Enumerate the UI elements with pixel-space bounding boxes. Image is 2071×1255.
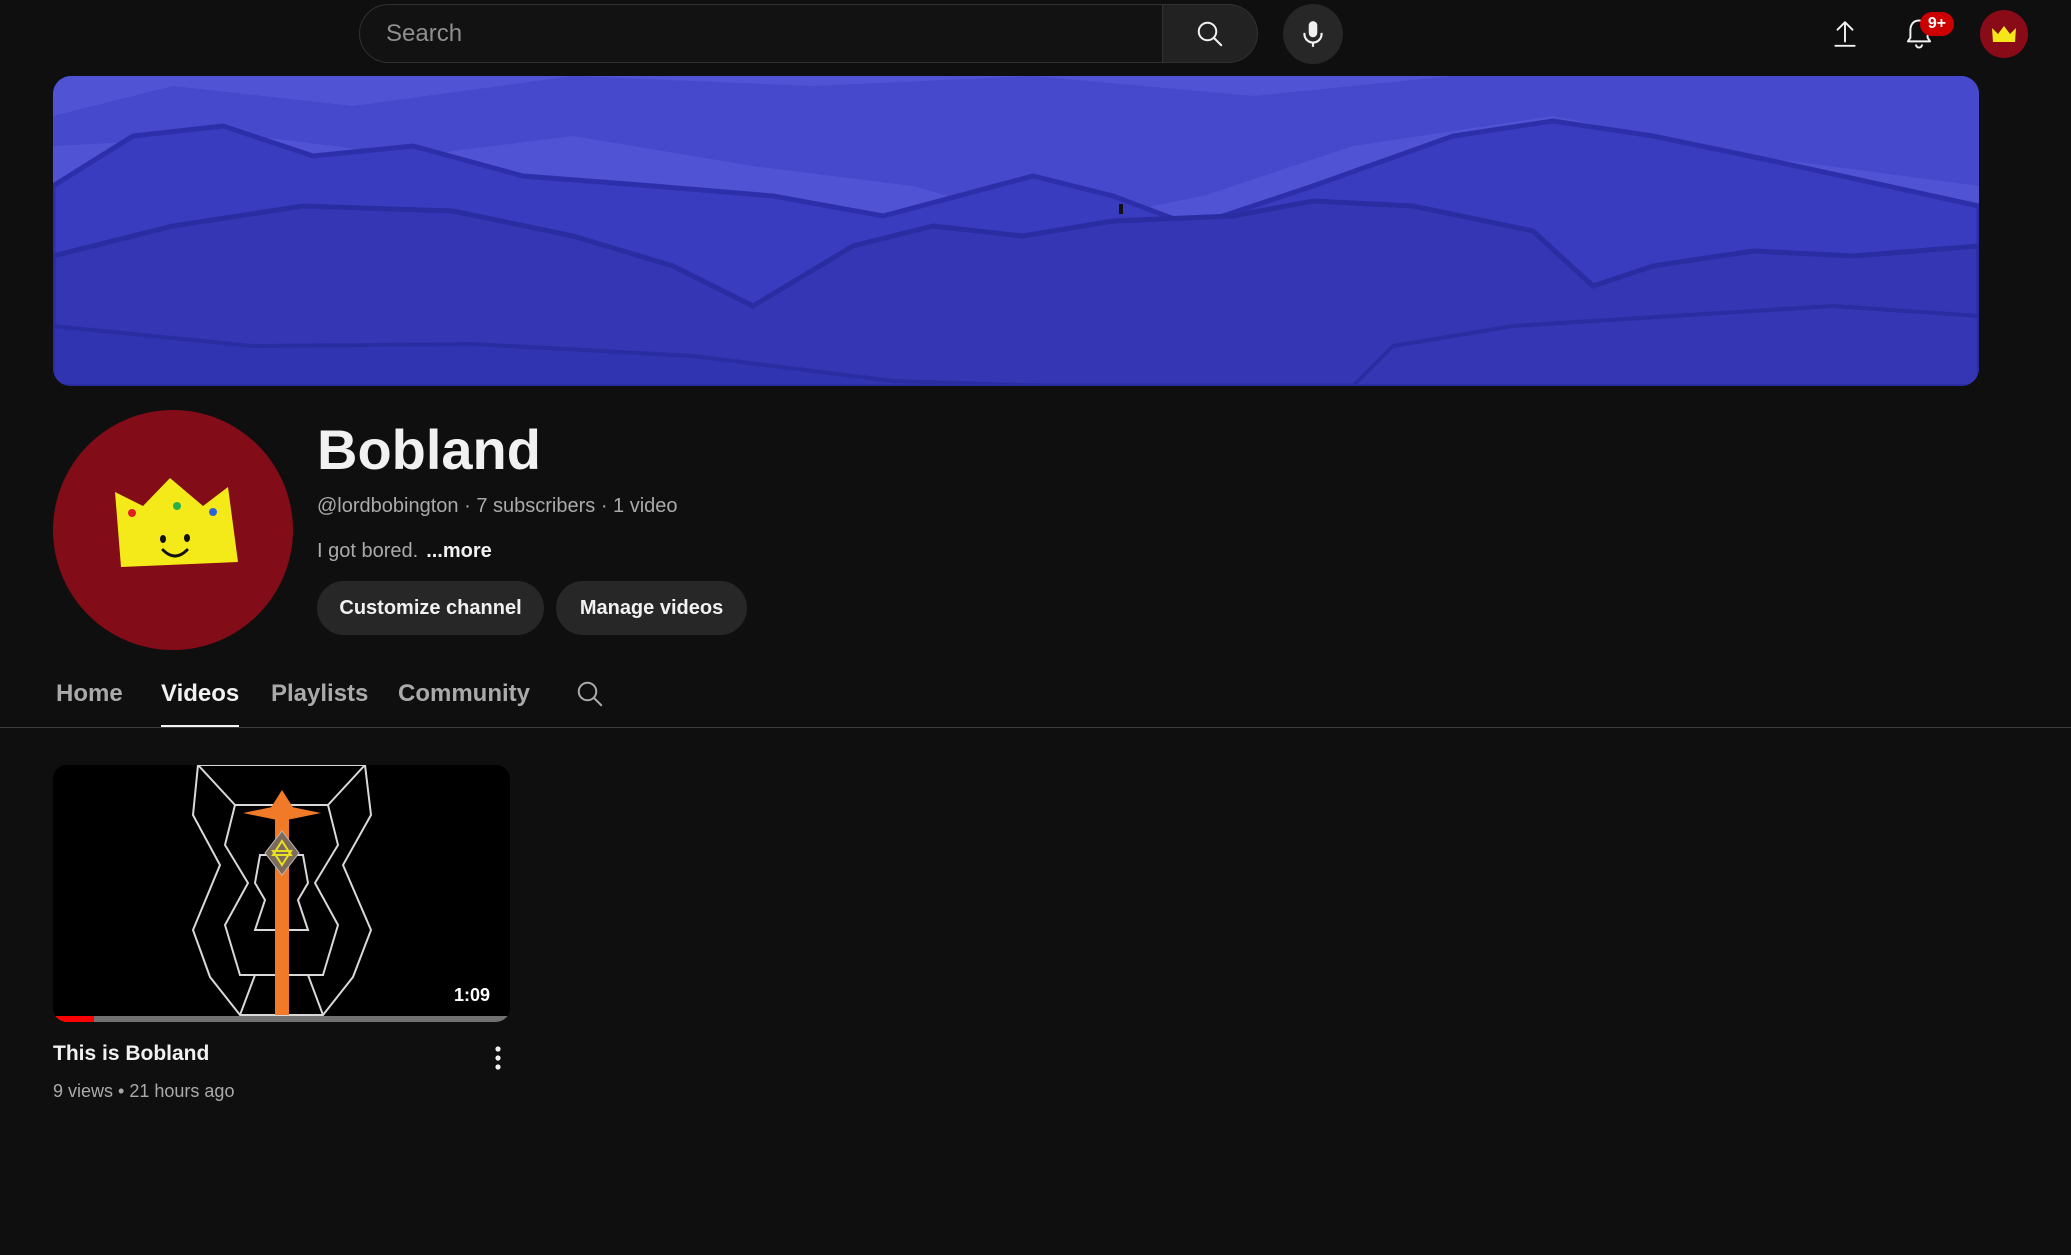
search-input[interactable] xyxy=(384,18,1128,49)
search-icon xyxy=(1197,21,1223,46)
channel-name: Bobland xyxy=(317,418,541,481)
upload-age: 21 hours ago xyxy=(129,1081,235,1101)
tabs-divider xyxy=(0,727,2071,728)
upload-button[interactable] xyxy=(1824,10,1866,58)
channel-description[interactable]: I got bored. ...more xyxy=(317,537,492,565)
tab-home[interactable]: Home xyxy=(56,660,123,728)
tab-playlists[interactable]: Playlists xyxy=(271,660,368,728)
customize-channel-button[interactable]: Customize channel xyxy=(317,581,544,635)
manage-videos-button[interactable]: Manage videos xyxy=(556,581,747,635)
meta-separator: · xyxy=(600,495,608,517)
channel-banner xyxy=(53,76,1979,386)
thumbnail-art xyxy=(53,765,510,1022)
channel-avatar[interactable] xyxy=(53,410,293,650)
video-meta: 9 views • 21 hours ago xyxy=(53,1078,234,1104)
mic-icon xyxy=(1303,21,1323,47)
video-title[interactable]: This is Bobland xyxy=(53,1040,209,1068)
search-box[interactable] xyxy=(359,4,1163,63)
meta-separator: • xyxy=(118,1081,125,1101)
watch-progress-track xyxy=(53,1016,510,1022)
search-icon xyxy=(577,681,603,707)
video-thumbnail[interactable]: 1:09 xyxy=(53,765,510,1022)
watch-progress-fill xyxy=(53,1016,95,1022)
crown-face-icon xyxy=(115,478,238,567)
subscriber-count: 7 subscribers xyxy=(476,495,596,517)
upload-icon xyxy=(1834,21,1856,47)
crown-avatar-icon xyxy=(1992,26,2016,42)
notification-count-badge: 9+ xyxy=(1920,12,1954,36)
video-count: 1 video xyxy=(613,495,678,517)
account-avatar-button[interactable] xyxy=(1980,10,2028,58)
channel-search-button[interactable] xyxy=(570,674,610,714)
channel-tabs: Home Videos Playlists Community xyxy=(0,660,2071,728)
description-text: I got bored. xyxy=(317,540,419,562)
tab-videos[interactable]: Videos xyxy=(161,660,240,728)
meta-separator: · xyxy=(464,495,471,517)
channel-meta: @lordbobington · 7 subscribers · 1 video xyxy=(317,492,678,520)
search-button[interactable] xyxy=(1163,4,1258,63)
video-actions-button[interactable] xyxy=(482,1042,514,1074)
video-duration: 1:09 xyxy=(447,983,496,1008)
channel-handle: @lordbobington xyxy=(317,495,459,517)
voice-search-button[interactable] xyxy=(1283,4,1343,64)
more-vertical-icon xyxy=(495,1046,501,1070)
view-count: 9 views xyxy=(53,1081,114,1101)
banner-mountains-art xyxy=(53,76,1979,386)
tab-community[interactable]: Community xyxy=(398,660,530,728)
description-more-link[interactable]: ...more xyxy=(426,540,492,562)
